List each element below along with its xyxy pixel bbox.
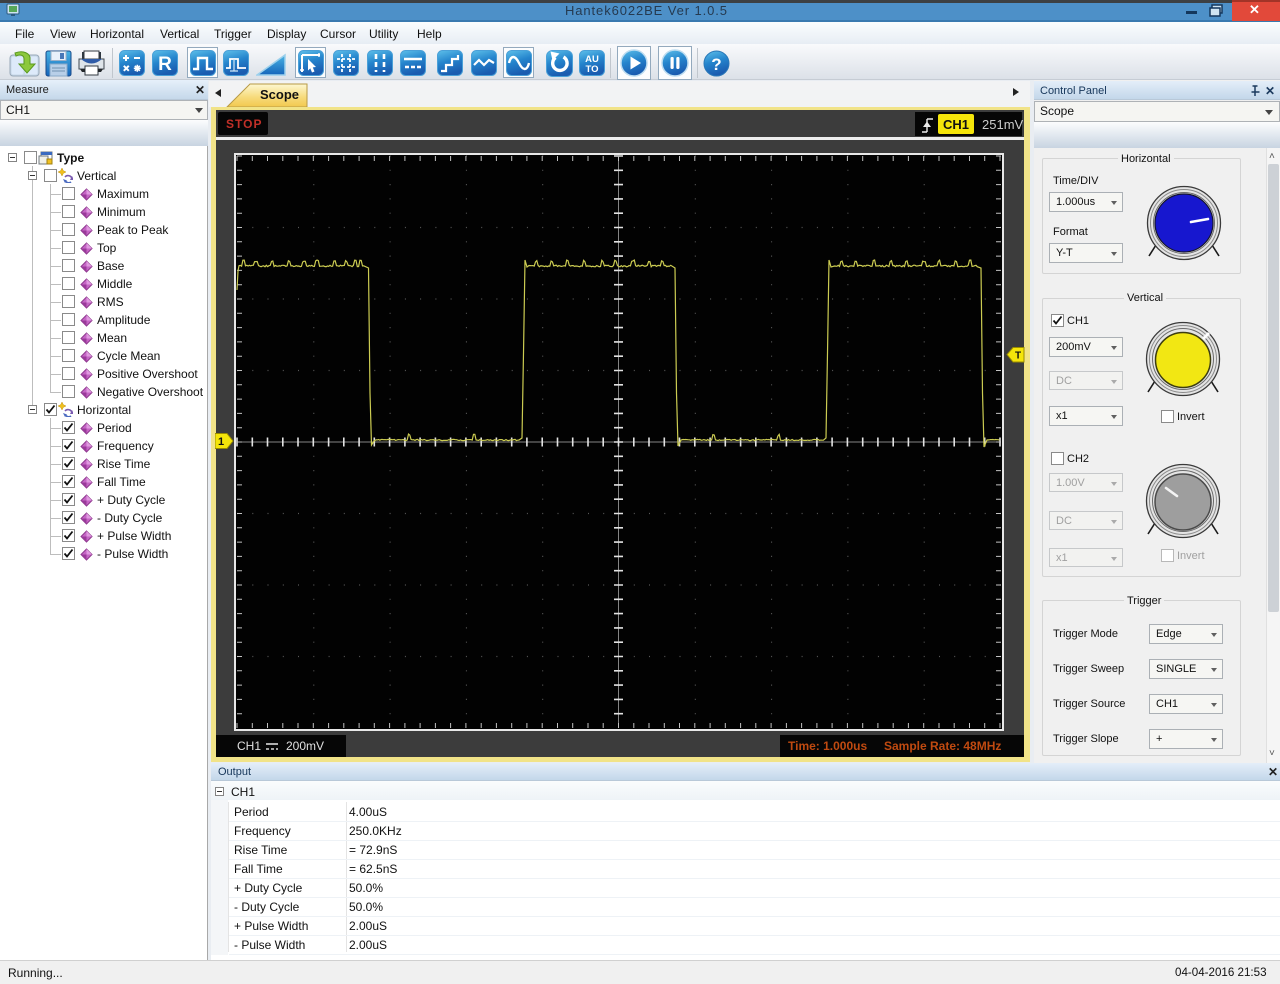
svg-text:R: R (158, 54, 172, 75)
svg-text:T: T (1015, 351, 1021, 362)
svg-text:1: 1 (218, 436, 224, 448)
svg-text:TO: TO (585, 64, 598, 75)
svg-text:?: ? (711, 55, 721, 74)
